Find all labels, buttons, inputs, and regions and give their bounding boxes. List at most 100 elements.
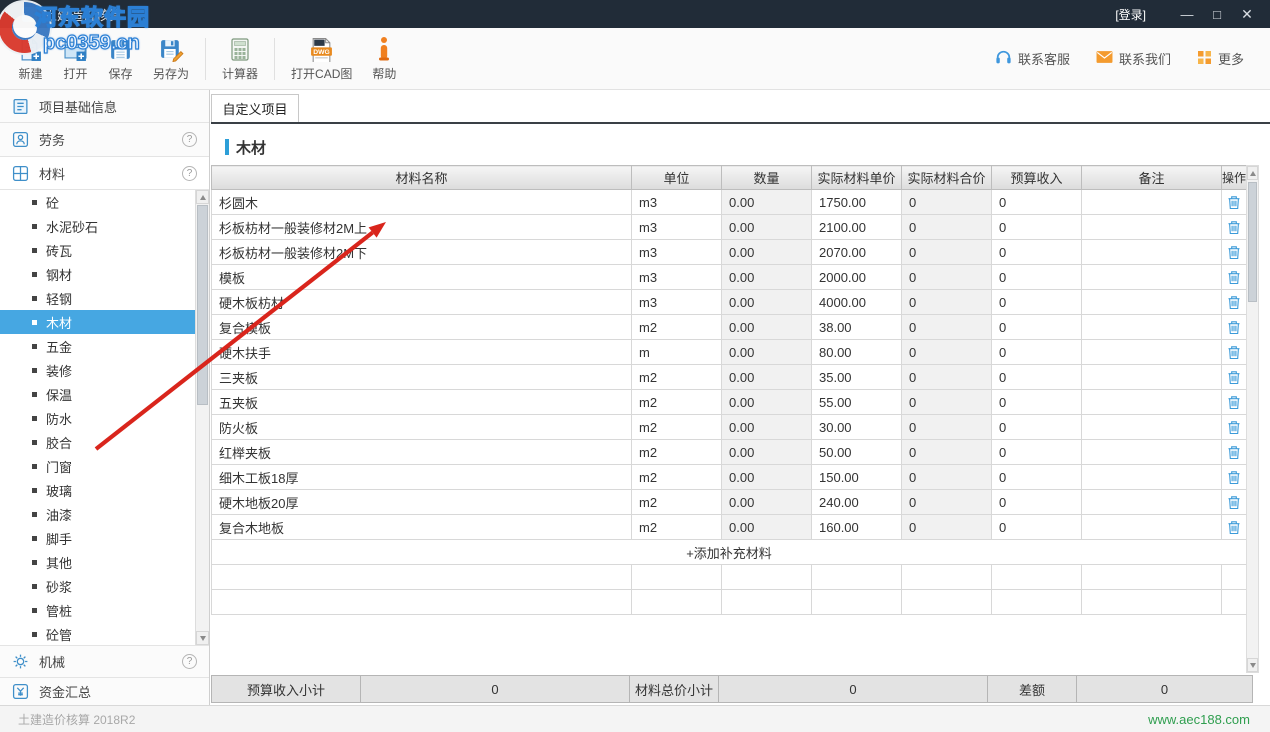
cell-budget-income[interactable]: 0 (992, 390, 1082, 415)
open-button[interactable]: 打开 (53, 35, 98, 82)
delete-row-button[interactable] (1225, 268, 1243, 286)
cell-note[interactable] (1082, 190, 1222, 215)
sidebar-material-item[interactable]: 其他 (0, 550, 209, 574)
scroll-up-icon[interactable] (1247, 166, 1258, 180)
sidebar-material-item[interactable]: 水泥砂石 (0, 214, 209, 238)
cell-budget-income[interactable]: 0 (992, 190, 1082, 215)
cell-budget-income[interactable]: 0 (992, 365, 1082, 390)
empty-cell[interactable] (902, 565, 992, 590)
cell-unit[interactable]: m3 (632, 240, 722, 265)
cell-quantity[interactable]: 0.00 (722, 290, 812, 315)
empty-cell[interactable] (812, 590, 902, 615)
empty-cell[interactable] (1222, 565, 1247, 590)
empty-cell[interactable] (902, 590, 992, 615)
delete-row-button[interactable] (1225, 468, 1243, 486)
cell-unit-price[interactable]: 2070.00 (812, 240, 902, 265)
cell-unit-price[interactable]: 4000.00 (812, 290, 902, 315)
cell-budget-income[interactable]: 0 (992, 515, 1082, 540)
maximize-button[interactable]: □ (1202, 2, 1232, 26)
contact-us-button[interactable]: 联系我们 (1096, 49, 1171, 68)
sidebar-material-item[interactable]: 管桩 (0, 598, 209, 622)
scroll-down-icon[interactable] (1247, 658, 1258, 672)
cell-budget-income[interactable]: 0 (992, 440, 1082, 465)
cell-quantity[interactable]: 0.00 (722, 340, 812, 365)
cell-unit-price[interactable]: 1750.00 (812, 190, 902, 215)
sidebar-material-item[interactable]: 玻璃 (0, 478, 209, 502)
cell-unit-price[interactable]: 38.00 (812, 315, 902, 340)
cell-note[interactable] (1082, 240, 1222, 265)
cell-material-name[interactable]: 杉板枋材一般装修材2M上 (212, 215, 632, 240)
sidebar-material-item[interactable]: 五金 (0, 334, 209, 358)
cell-note[interactable] (1082, 465, 1222, 490)
empty-cell[interactable] (812, 565, 902, 590)
scrollbar-thumb[interactable] (1248, 182, 1257, 302)
empty-cell[interactable] (992, 565, 1082, 590)
sidebar-material-item[interactable]: 砼管 (0, 622, 209, 646)
cell-note[interactable] (1082, 490, 1222, 515)
cell-quantity[interactable]: 0.00 (722, 240, 812, 265)
cell-unit[interactable]: m2 (632, 440, 722, 465)
sidebar-material-item[interactable]: 砼 (0, 190, 209, 214)
tab-custom-project[interactable]: 自定义项目 (211, 94, 299, 122)
empty-cell[interactable] (212, 590, 632, 615)
cell-unit-price[interactable]: 150.00 (812, 465, 902, 490)
cell-quantity[interactable]: 0.00 (722, 465, 812, 490)
cell-quantity[interactable]: 0.00 (722, 315, 812, 340)
scroll-down-icon[interactable] (196, 631, 209, 645)
cell-unit-price[interactable]: 2100.00 (812, 215, 902, 240)
cell-material-name[interactable]: 模板 (212, 265, 632, 290)
more-button[interactable]: 更多 (1197, 49, 1244, 68)
sidebar-material-item[interactable]: 轻钢 (0, 286, 209, 310)
sidebar-material-item[interactable]: 油漆 (0, 502, 209, 526)
delete-row-button[interactable] (1225, 218, 1243, 236)
cell-material-name[interactable]: 复合木地板 (212, 515, 632, 540)
cell-material-name[interactable]: 细木工板18厚 (212, 465, 632, 490)
cell-unit-price[interactable]: 55.00 (812, 390, 902, 415)
cell-material-name[interactable]: 硬木扶手 (212, 340, 632, 365)
cell-quantity[interactable]: 0.00 (722, 440, 812, 465)
cell-quantity[interactable]: 0.00 (722, 215, 812, 240)
cell-note[interactable] (1082, 290, 1222, 315)
delete-row-button[interactable] (1225, 368, 1243, 386)
cell-unit[interactable]: m2 (632, 315, 722, 340)
sidebar-item-project-info[interactable]: 项目基础信息 (0, 90, 209, 123)
delete-row-button[interactable] (1225, 493, 1243, 511)
cell-unit[interactable]: m3 (632, 290, 722, 315)
sidebar-material-item[interactable]: 木材 (0, 310, 209, 334)
cell-material-name[interactable]: 硬木地板20厚 (212, 490, 632, 515)
cell-note[interactable] (1082, 365, 1222, 390)
contact-support-button[interactable]: 联系客服 (995, 49, 1070, 68)
cell-unit-price[interactable]: 2000.00 (812, 265, 902, 290)
sidebar-material-item[interactable]: 砖瓦 (0, 238, 209, 262)
cell-unit-price[interactable]: 160.00 (812, 515, 902, 540)
cell-unit[interactable]: m2 (632, 390, 722, 415)
cell-budget-income[interactable]: 0 (992, 465, 1082, 490)
cell-material-name[interactable]: 硬木板枋材 (212, 290, 632, 315)
material-help-icon[interactable]: ? (182, 166, 197, 181)
cell-unit[interactable]: m2 (632, 415, 722, 440)
save-button[interactable]: 保存 (98, 35, 143, 82)
cell-material-name[interactable]: 红榉夹板 (212, 440, 632, 465)
empty-cell[interactable] (1222, 590, 1247, 615)
cell-material-name[interactable]: 五夹板 (212, 390, 632, 415)
cell-unit[interactable]: m3 (632, 265, 722, 290)
sidebar-material-item[interactable]: 装修 (0, 358, 209, 382)
cell-budget-income[interactable]: 0 (992, 415, 1082, 440)
cell-budget-income[interactable]: 0 (992, 315, 1082, 340)
delete-row-button[interactable] (1225, 393, 1243, 411)
website-link[interactable]: www.aec188.com (1148, 712, 1250, 727)
cell-quantity[interactable]: 0.00 (722, 265, 812, 290)
cell-note[interactable] (1082, 415, 1222, 440)
cell-quantity[interactable]: 0.00 (722, 490, 812, 515)
cell-unit[interactable]: m3 (632, 190, 722, 215)
delete-row-button[interactable] (1225, 343, 1243, 361)
cell-unit-price[interactable]: 30.00 (812, 415, 902, 440)
cell-note[interactable] (1082, 265, 1222, 290)
sidebar-material-item[interactable]: 保温 (0, 382, 209, 406)
delete-row-button[interactable] (1225, 318, 1243, 336)
minimize-button[interactable]: — (1172, 2, 1202, 26)
scroll-up-icon[interactable] (196, 190, 209, 204)
sidebar-material-item[interactable]: 砂浆 (0, 574, 209, 598)
cell-unit[interactable]: m2 (632, 515, 722, 540)
sidebar-item-material[interactable]: 材料 ? (0, 157, 209, 190)
